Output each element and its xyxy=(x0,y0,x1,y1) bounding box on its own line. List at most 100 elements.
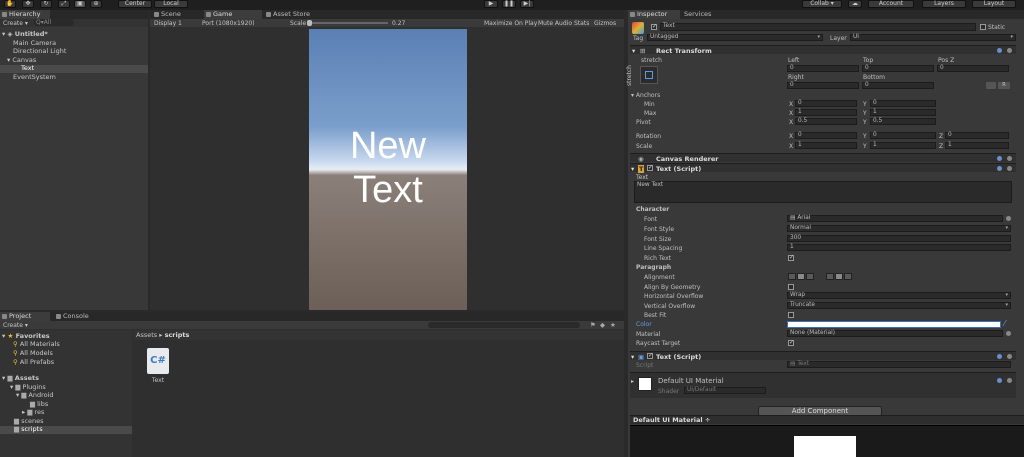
static-checkbox[interactable] xyxy=(980,24,986,30)
play-button[interactable]: ▶ xyxy=(484,0,498,8)
breadcrumb-scripts[interactable]: scripts xyxy=(165,331,190,339)
maximize-on-play-toggle[interactable]: Maximize On Play xyxy=(484,20,537,27)
star-filter-icon[interactable]: ★ xyxy=(610,321,616,329)
tab-services[interactable]: Services xyxy=(680,10,730,19)
rotation-y-field[interactable]: 0 xyxy=(870,132,936,139)
stats-toggle[interactable]: Stats xyxy=(574,20,589,27)
scale-z-field[interactable]: 1 xyxy=(945,142,1009,149)
rotate-tool-button[interactable]: ↻ xyxy=(40,0,52,8)
layers-button[interactable]: Layers xyxy=(922,0,966,8)
tab-inspector[interactable]: Inspector xyxy=(628,10,680,19)
text-script-enabled-checkbox[interactable]: ✓ xyxy=(647,165,653,171)
game-viewport[interactable]: New Text xyxy=(309,29,467,310)
folder-res[interactable]: ▸ ▆ res xyxy=(22,408,44,417)
scale-tool-button[interactable]: ⤢ xyxy=(58,0,70,8)
help-icon[interactable] xyxy=(997,166,1002,171)
folder-scripts[interactable]: ▆ scripts xyxy=(14,425,43,434)
vertical-overflow-dropdown[interactable]: Truncate ▾ xyxy=(787,302,1011,309)
display-dropdown[interactable]: Display 1 xyxy=(154,20,182,27)
gear-icon[interactable] xyxy=(1007,48,1012,53)
help-icon[interactable] xyxy=(997,156,1002,161)
assets-header[interactable]: ▾ ▆ Assets xyxy=(2,374,39,383)
horizontal-overflow-dropdown[interactable]: Wrap ▾ xyxy=(787,292,1011,299)
best-fit-checkbox[interactable] xyxy=(788,312,794,318)
help-icon[interactable] xyxy=(997,378,1002,383)
help-icon[interactable] xyxy=(997,354,1002,359)
active-checkbox[interactable]: ✓ xyxy=(651,24,657,30)
align-top-button[interactable] xyxy=(826,273,834,280)
tab-asset-store[interactable]: Asset Store xyxy=(264,10,326,19)
align-center-button[interactable] xyxy=(797,273,805,280)
script-file-item[interactable]: C# Text xyxy=(144,348,172,388)
max-x-field[interactable]: 1 xyxy=(795,109,857,116)
rich-text-checkbox[interactable]: ✓ xyxy=(788,255,794,261)
breadcrumb-assets[interactable]: Assets xyxy=(136,331,157,339)
gear-icon[interactable] xyxy=(1007,166,1012,171)
pivot-y-field[interactable]: 0.5 xyxy=(870,118,936,125)
hierarchy-item-text[interactable]: Text xyxy=(21,64,34,73)
align-by-geometry-checkbox[interactable] xyxy=(788,284,794,290)
rect-transform-header[interactable]: Rect Transform ▾ ⊞ xyxy=(630,45,1016,55)
hierarchy-search-input[interactable]: Q▾All xyxy=(34,19,74,26)
left-field[interactable]: 0 xyxy=(787,65,859,72)
tab-scene[interactable]: Scene xyxy=(152,10,202,19)
align-middle-button[interactable] xyxy=(835,273,843,280)
hierarchy-create-button[interactable]: Create ▾ xyxy=(3,20,28,27)
rotation-z-field[interactable]: 0 xyxy=(945,132,1009,139)
project-create-button[interactable]: Create ▾ xyxy=(3,322,28,329)
font-size-field[interactable]: 300 xyxy=(787,235,1011,242)
rotation-x-field[interactable]: 0 xyxy=(795,132,857,139)
cloud-icon[interactable]: ☁ xyxy=(848,0,862,8)
gear-icon[interactable] xyxy=(1007,354,1012,359)
hierarchy-item-eventsystem[interactable]: EventSystem xyxy=(13,73,56,82)
scale-slider[interactable] xyxy=(308,22,388,24)
filter-label-icon[interactable]: ◆ xyxy=(600,321,605,329)
expand-arrow-icon[interactable]: ▸ xyxy=(631,378,634,385)
folder-android[interactable]: ▾ ▆ Android xyxy=(16,391,54,400)
tab-project[interactable]: Project xyxy=(0,312,50,321)
align-left-button[interactable] xyxy=(788,273,796,280)
anchor-preset-button[interactable] xyxy=(640,66,658,84)
preview-header[interactable]: Default UI Material ÷ xyxy=(630,415,1024,424)
hierarchy-scene-root[interactable]: ▾ ◈ Untitled* xyxy=(2,30,48,39)
pivot-local-button[interactable]: Local xyxy=(154,0,188,8)
text-script-header[interactable]: ▾ T Text (Script) xyxy=(630,163,1016,173)
shader-dropdown[interactable]: UI/Default xyxy=(684,387,766,394)
color-swatch[interactable] xyxy=(787,321,1001,328)
align-right-button[interactable] xyxy=(806,273,814,280)
object-name-field[interactable]: Text xyxy=(660,23,976,31)
top-field[interactable]: 0 xyxy=(862,65,934,72)
favorite-all-prefabs[interactable]: ⚲ All Prefabs xyxy=(13,358,54,367)
resolution-dropdown[interactable]: Port (1080x1920) xyxy=(202,20,255,27)
align-bottom-button[interactable] xyxy=(844,273,852,280)
transform-tool-button[interactable]: ⊕ xyxy=(90,0,102,8)
hand-tool-button[interactable]: ✋ xyxy=(4,0,16,8)
object-picker-icon[interactable] xyxy=(1006,331,1011,336)
line-spacing-field[interactable]: 1 xyxy=(787,244,1011,251)
tab-hierarchy[interactable]: Hierarchy xyxy=(0,10,50,19)
posz-field[interactable]: 0 xyxy=(937,65,1009,72)
min-x-field[interactable]: 0 xyxy=(795,100,857,107)
scale-y-field[interactable]: 1 xyxy=(870,142,936,149)
hierarchy-item-directional-light[interactable]: Directional Light xyxy=(13,47,66,56)
mute-audio-toggle[interactable]: Mute Audio xyxy=(538,20,572,27)
gear-icon[interactable] xyxy=(1007,378,1012,383)
pivot-x-field[interactable]: 0.5 xyxy=(795,118,857,125)
text-script-component-checkbox[interactable]: ✓ xyxy=(647,353,653,359)
rect-tool-button[interactable]: ▣ xyxy=(74,0,86,8)
font-style-dropdown[interactable]: Normal ▾ xyxy=(787,225,1011,232)
max-y-field[interactable]: 1 xyxy=(870,109,936,116)
right-field[interactable]: 0 xyxy=(787,82,859,89)
eyedropper-icon[interactable]: ⁄ xyxy=(1004,319,1005,328)
scale-slider-thumb[interactable] xyxy=(307,20,312,26)
tab-console[interactable]: Console xyxy=(54,312,104,321)
layout-button[interactable]: Layout xyxy=(972,0,1016,8)
pause-button[interactable]: ❚❚ xyxy=(502,0,516,8)
text-script-component-header[interactable]: ▾ ▣ Text (Script) xyxy=(630,351,1016,361)
blueprint-mode-button[interactable] xyxy=(986,82,996,89)
min-y-field[interactable]: 0 xyxy=(870,100,936,107)
step-button[interactable]: ▶| xyxy=(520,0,534,8)
raw-edit-button[interactable]: R xyxy=(998,82,1010,89)
tab-game[interactable]: Game xyxy=(204,10,262,19)
raycast-target-checkbox[interactable]: ✓ xyxy=(788,340,794,346)
